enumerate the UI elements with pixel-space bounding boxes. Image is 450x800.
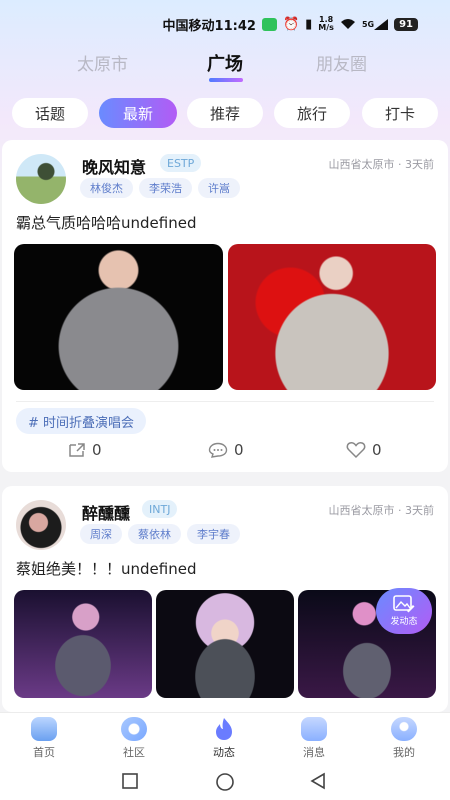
post-photo[interactable] xyxy=(14,244,223,390)
network-speed: 1.8 M/s xyxy=(318,15,334,32)
home-icon xyxy=(31,717,57,741)
chip-travel[interactable]: 旅行 xyxy=(274,98,350,128)
like-button[interactable]: 0 xyxy=(346,441,382,459)
interest-tag: 李宇春 xyxy=(187,524,240,544)
share-count: 0 xyxy=(92,441,102,459)
location-time: 山西省太原市 · 3天前 xyxy=(328,158,435,171)
comment-icon xyxy=(208,442,228,458)
wifi-icon xyxy=(340,18,356,30)
interest-tags: 周深 蔡依林 李宇春 xyxy=(80,524,246,544)
nav-label: 首页 xyxy=(33,746,55,759)
vibrate-icon: ▮ xyxy=(305,16,313,32)
chip-latest[interactable]: 最新 xyxy=(99,98,177,128)
mbti-badge: INTJ xyxy=(142,500,178,518)
like-count: 0 xyxy=(372,441,382,459)
back-icon[interactable] xyxy=(309,772,327,790)
new-post-button[interactable]: 发动态 xyxy=(376,588,432,634)
bottom-nav: 首页 社区 动态 消息 我的 xyxy=(0,712,450,762)
nav-messages[interactable]: 消息 xyxy=(284,717,344,760)
post-card[interactable]: 晚风知意 ESTP 山西省太原市 · 3天前 林俊杰 李荣浩 许嵩 霸总气质哈哈… xyxy=(2,140,448,472)
nav-community[interactable]: 社区 xyxy=(104,717,164,760)
comment-count: 0 xyxy=(234,441,244,459)
tab-square[interactable]: 广场 xyxy=(207,50,243,76)
top-tabs: 太原市 广场 朋友圈 xyxy=(0,50,450,86)
username[interactable]: 晚风知意 xyxy=(82,154,146,178)
avatar[interactable] xyxy=(16,154,66,204)
new-post-label: 发动态 xyxy=(390,617,418,627)
home-button-icon[interactable] xyxy=(215,772,235,792)
status-bar: 中国移动11:42 ⏰ ▮ 1.8 M/s 5G 91 xyxy=(0,0,450,48)
nav-profile[interactable]: 我的 xyxy=(374,717,434,760)
nav-home[interactable]: 首页 xyxy=(14,717,74,760)
divider xyxy=(16,401,434,402)
tab-city[interactable]: 太原市 xyxy=(77,50,128,75)
interest-tag: 周深 xyxy=(80,524,122,544)
interest-tag: 林俊杰 xyxy=(80,178,133,198)
image-edit-icon xyxy=(393,595,415,613)
post-photo[interactable] xyxy=(14,590,152,698)
nav-moments[interactable]: 动态 xyxy=(194,717,254,760)
community-icon xyxy=(121,717,147,741)
interest-tags: 林俊杰 李荣浩 许嵩 xyxy=(80,178,246,198)
nav-label: 消息 xyxy=(303,746,325,759)
username[interactable]: 醉醺醺 xyxy=(82,500,130,524)
chip-checkin[interactable]: 打卡 xyxy=(362,98,438,128)
recent-apps-icon[interactable] xyxy=(121,772,139,790)
interest-tag: 蔡依林 xyxy=(128,524,181,544)
share-button[interactable]: 0 xyxy=(68,441,102,459)
share-icon xyxy=(69,443,85,457)
interest-tag: 许嵩 xyxy=(198,178,240,198)
topic-tag[interactable]: # 时间折叠演唱会 xyxy=(16,408,147,434)
nav-label: 动态 xyxy=(213,746,235,759)
avatar[interactable] xyxy=(16,500,66,550)
post-photo[interactable] xyxy=(156,590,294,698)
profile-icon xyxy=(391,717,417,741)
post-text: 霸总气质哈哈哈undefined xyxy=(16,214,197,232)
battery-indicator: 91 xyxy=(394,17,418,31)
message-icon xyxy=(301,717,327,741)
post-photo[interactable] xyxy=(228,244,436,390)
nav-label: 我的 xyxy=(393,746,415,759)
system-nav-bar xyxy=(0,762,450,800)
category-chips: 话题 最新 推荐 旅行 打卡 xyxy=(12,98,442,128)
comment-button[interactable]: 0 xyxy=(208,441,244,459)
tab-friends[interactable]: 朋友圈 xyxy=(316,50,367,75)
heart-icon xyxy=(346,442,366,459)
flame-icon xyxy=(216,718,232,740)
chip-recommend[interactable]: 推荐 xyxy=(187,98,263,128)
nav-label: 社区 xyxy=(123,746,145,759)
post-text: 蔡姐绝美！！！undefined xyxy=(16,560,197,578)
wechat-notification-icon xyxy=(261,17,277,31)
alarm-icon: ⏰ xyxy=(282,16,300,32)
chip-topics[interactable]: 话题 xyxy=(12,98,88,128)
mbti-badge: ESTP xyxy=(160,154,202,172)
location-time: 山西省太原市 · 3天前 xyxy=(328,504,435,517)
carrier-time: 中国移动11:42 xyxy=(162,18,256,34)
interest-tag: 李荣浩 xyxy=(139,178,192,198)
active-tab-indicator xyxy=(209,78,243,82)
signal-icon: 5G xyxy=(362,18,389,30)
